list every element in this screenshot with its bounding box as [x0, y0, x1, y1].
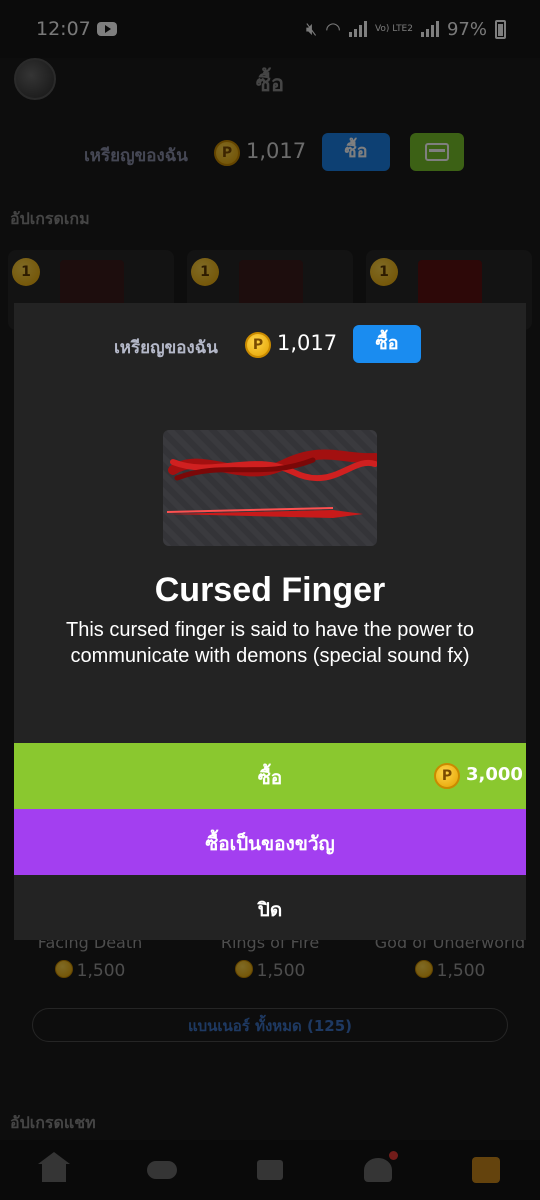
close-label: ปิด: [257, 899, 283, 921]
item-description: This cursed finger is said to have the p…: [66, 619, 474, 667]
close-button[interactable]: ปิด: [14, 875, 526, 940]
item-price: 3,000: [466, 764, 523, 785]
buy-as-gift-label: ซื้อเป็นของขวัญ: [205, 833, 335, 855]
item-title: Cursed Finger: [154, 571, 386, 609]
buy-as-gift-button[interactable]: ซื้อเป็นของขวัญ: [14, 809, 526, 875]
dialog-wallet-label: เหรียญของฉัน: [114, 338, 218, 358]
dialog-wallet-amount: 1,017: [277, 331, 338, 355]
item-image: [163, 430, 377, 546]
dialog-wallet-row: เหรียญของฉัน P 1,017 ซื้อ: [14, 325, 526, 363]
purchase-dialog: เหรียญของฉัน P 1,017 ซื้อ Cursed Finger …: [14, 303, 526, 940]
coin-icon: P: [245, 332, 271, 358]
buy-item-button[interactable]: ซื้อ P 3,000: [14, 743, 526, 809]
dialog-buy-coins-button[interactable]: ซื้อ: [353, 325, 421, 363]
coin-icon: P: [434, 763, 460, 789]
